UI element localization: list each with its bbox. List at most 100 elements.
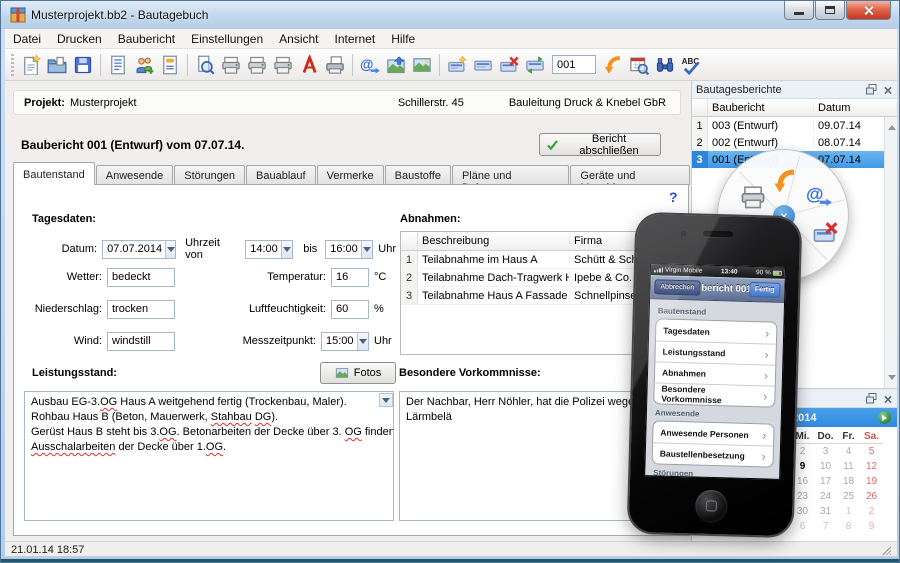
scroll-down-icon[interactable] bbox=[888, 375, 896, 384]
calendar-day[interactable]: 24 bbox=[814, 489, 837, 504]
menu-baubericht[interactable]: Baubericht bbox=[110, 30, 183, 48]
move-report-icon[interactable] bbox=[522, 52, 548, 78]
calendar-day[interactable]: 4 bbox=[837, 444, 860, 459]
menu-einstellungen[interactable]: Einstellungen bbox=[183, 30, 271, 48]
tab-ger-te-und-maschinen[interactable]: Geräte und Maschinen bbox=[570, 165, 690, 185]
menu-drucken[interactable]: Drucken bbox=[49, 30, 110, 48]
column-baubericht[interactable]: Baubericht bbox=[708, 102, 814, 114]
send-email-icon[interactable]: @ bbox=[357, 52, 383, 78]
calendar-day[interactable]: 6 bbox=[791, 519, 814, 534]
float-panel-icon[interactable] bbox=[865, 392, 878, 405]
temperatur-field[interactable] bbox=[331, 268, 369, 287]
report-number-input[interactable] bbox=[552, 55, 596, 74]
scroll-up-icon[interactable] bbox=[888, 121, 896, 130]
open-project-icon[interactable] bbox=[44, 52, 70, 78]
resize-grip[interactable] bbox=[882, 546, 891, 555]
calendar-day[interactable]: 9 bbox=[791, 459, 814, 474]
search-date-icon[interactable] bbox=[626, 52, 652, 78]
pdf-export-icon[interactable] bbox=[296, 52, 322, 78]
wetter-field[interactable] bbox=[107, 268, 175, 287]
close-panel-icon[interactable] bbox=[884, 86, 892, 94]
messzeitpunkt-combo[interactable]: 15:00 bbox=[321, 332, 369, 351]
calendar-day[interactable]: 17 bbox=[814, 474, 837, 489]
goto-report-icon[interactable] bbox=[772, 168, 798, 194]
tab-anwesende[interactable]: Anwesende bbox=[96, 165, 174, 185]
calendar-day[interactable]: 11 bbox=[837, 459, 860, 474]
close-button[interactable] bbox=[846, 1, 891, 20]
calendar-day[interactable]: 7 bbox=[814, 519, 837, 534]
print-all-icon[interactable] bbox=[244, 52, 270, 78]
addresses-icon[interactable] bbox=[131, 52, 157, 78]
bis-combo[interactable]: 16:00 bbox=[325, 240, 373, 259]
fotos-button[interactable]: Fotos bbox=[320, 362, 396, 384]
chevron-down-icon[interactable] bbox=[165, 241, 175, 258]
dropdown-icon[interactable] bbox=[379, 393, 393, 407]
tab-st-rungen[interactable]: Störungen bbox=[174, 165, 245, 185]
wind-field[interactable] bbox=[107, 332, 175, 351]
new-project-icon[interactable] bbox=[18, 52, 44, 78]
calendar-day[interactable]: 23 bbox=[791, 489, 814, 504]
calendar-day[interactable]: 5 bbox=[860, 444, 883, 459]
datum-combo[interactable]: 07.07.2014 bbox=[102, 240, 176, 259]
calendar-day[interactable]: 2 bbox=[860, 504, 883, 519]
chevron-down-icon[interactable] bbox=[357, 333, 368, 350]
calendar-day[interactable]: 26 bbox=[860, 489, 883, 504]
chevron-down-icon[interactable] bbox=[281, 241, 292, 258]
calendar-day[interactable]: 12 bbox=[860, 459, 883, 474]
von-combo[interactable]: 14:00 bbox=[245, 240, 293, 259]
float-panel-icon[interactable] bbox=[865, 83, 878, 96]
maximize-button[interactable] bbox=[815, 1, 845, 20]
copy-report-icon[interactable] bbox=[470, 52, 496, 78]
new-report-icon[interactable] bbox=[444, 52, 470, 78]
delete-report-icon[interactable] bbox=[496, 52, 522, 78]
tab-vermerke[interactable]: Vermerke bbox=[317, 165, 384, 185]
calendar-day[interactable]: 3 bbox=[814, 444, 837, 459]
done-button[interactable]: Fertig bbox=[749, 282, 781, 298]
minimize-button[interactable] bbox=[784, 1, 814, 20]
calendar-day[interactable]: 8 bbox=[837, 519, 860, 534]
list-item-besondere-vorkommnisse[interactable]: Besondere Vorkommnisse› bbox=[654, 382, 775, 406]
calendar-day[interactable]: 9 bbox=[860, 519, 883, 534]
tab-bauablauf[interactable]: Bauablauf bbox=[246, 165, 316, 185]
tab-baustoffe[interactable]: Baustoffe bbox=[385, 165, 451, 185]
luftfeuchtigkeit-field[interactable] bbox=[331, 300, 369, 319]
cancel-button[interactable]: Abbrechen bbox=[654, 279, 700, 295]
calendar-day[interactable]: 31 bbox=[814, 504, 837, 519]
report-overview-icon[interactable] bbox=[157, 52, 183, 78]
calendar-day[interactable]: 1 bbox=[837, 504, 860, 519]
chevron-down-icon[interactable] bbox=[361, 241, 372, 258]
niederschlag-field[interactable] bbox=[107, 300, 175, 319]
save-icon[interactable] bbox=[70, 52, 96, 78]
report-list-item[interactable]: 1003 (Entwurf)09.07.14 bbox=[692, 117, 897, 134]
scrollbar[interactable] bbox=[884, 117, 897, 388]
calendar-day[interactable]: 18 bbox=[837, 474, 860, 489]
menu-datei[interactable]: Datei bbox=[5, 30, 49, 48]
list-item-baustellenbesetzung[interactable]: Baustellenbesetzung› bbox=[653, 442, 774, 466]
menu-ansicht[interactable]: Ansicht bbox=[271, 30, 326, 48]
calendar-day[interactable]: 30 bbox=[791, 504, 814, 519]
fax-icon[interactable] bbox=[322, 52, 348, 78]
menu-hilfe[interactable]: Hilfe bbox=[383, 30, 423, 48]
delete-report-icon[interactable] bbox=[812, 220, 838, 246]
calendar-day[interactable]: 16 bbox=[791, 474, 814, 489]
menu-internet[interactable]: Internet bbox=[327, 30, 384, 48]
print-preview-icon[interactable] bbox=[192, 52, 218, 78]
project-data-icon[interactable] bbox=[105, 52, 131, 78]
report-list-item[interactable]: 2002 (Entwurf)08.07.14 bbox=[692, 134, 897, 151]
search-icon[interactable] bbox=[652, 52, 678, 78]
calendar-next-button[interactable] bbox=[878, 411, 891, 424]
column-beschreibung[interactable]: Beschreibung bbox=[418, 235, 570, 247]
calendar-day[interactable]: 10 bbox=[814, 459, 837, 474]
home-button[interactable] bbox=[694, 490, 727, 523]
print-icon[interactable] bbox=[218, 52, 244, 78]
column-datum[interactable]: Datum bbox=[814, 102, 897, 114]
calendar-day[interactable]: 2 bbox=[791, 444, 814, 459]
import-photos-icon[interactable] bbox=[383, 52, 409, 78]
help-icon[interactable]: ? bbox=[669, 189, 678, 205]
print-icon[interactable] bbox=[740, 184, 766, 210]
close-panel-icon[interactable] bbox=[884, 395, 892, 403]
leistungsstand-textarea[interactable]: Ausbau EG-3.OG Haus A weitgehend fertig … bbox=[24, 391, 394, 521]
spellcheck-icon[interactable]: ABC bbox=[678, 52, 704, 78]
finish-report-button[interactable]: Bericht abschließen bbox=[539, 133, 661, 156]
send-email-icon[interactable]: @ bbox=[806, 182, 832, 208]
